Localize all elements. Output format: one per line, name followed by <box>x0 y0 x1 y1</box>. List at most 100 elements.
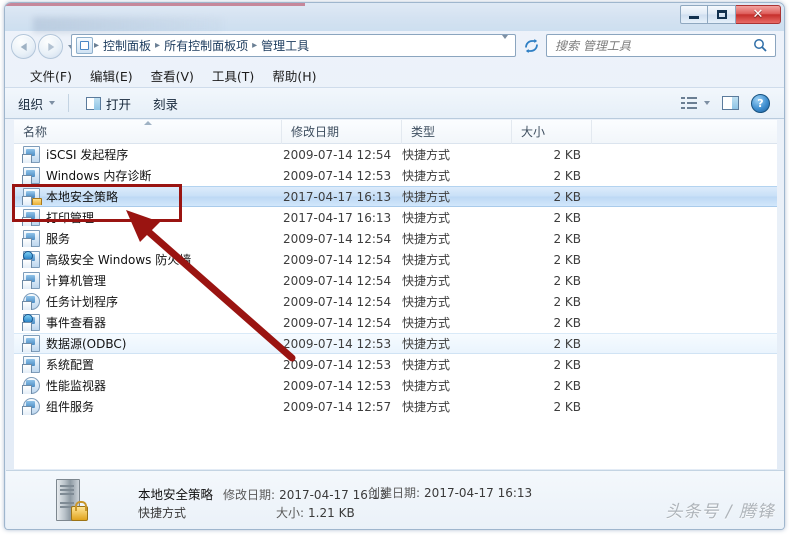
file-size-cell: 2 KB <box>553 147 581 162</box>
file-size-cell: 2 KB <box>553 210 581 225</box>
column-header-date[interactable]: 修改日期 <box>282 119 402 144</box>
file-date-cell: 2009-07-14 12:53 <box>283 378 392 393</box>
file-date-cell: 2009-07-14 12:54 <box>283 294 392 309</box>
table-row[interactable]: 高级安全 Windows 防火墙 2009-07-14 12:54 快捷方式 2 KB <box>14 249 777 270</box>
file-name-cell[interactable]: 组件服务 <box>14 398 282 415</box>
file-name-label: 系统配置 <box>46 358 95 372</box>
column-header-size[interactable]: 大小 <box>512 119 592 144</box>
breadcrumb-item-0[interactable]: 控制面板 <box>100 37 154 54</box>
shortcut-icon <box>22 335 40 352</box>
file-name-cell[interactable]: 打印管理 <box>14 209 282 226</box>
file-name-label: 计算机管理 <box>46 274 107 288</box>
table-row[interactable]: iSCSI 发起程序 2009-07-14 12:54 快捷方式 2 KB <box>14 144 777 165</box>
column-header-type[interactable]: 类型 <box>402 119 512 144</box>
table-row[interactable]: 计算机管理 2009-07-14 12:54 快捷方式 2 KB <box>14 270 777 291</box>
file-name-cell[interactable]: iSCSI 发起程序 <box>14 146 282 163</box>
shield-badge-icon <box>23 314 33 324</box>
open-label: 打开 <box>106 96 132 112</box>
details-size-value: 1.21 KB <box>308 506 355 520</box>
file-name-label: 性能监视器 <box>46 379 107 393</box>
file-size-cell: 2 KB <box>553 357 581 372</box>
file-name-cell[interactable]: 服务 <box>14 230 282 247</box>
file-size-cell: 2 KB <box>553 168 581 183</box>
file-date-cell: 2017-04-17 16:13 <box>283 189 392 204</box>
file-name-cell[interactable]: 系统配置 <box>14 356 282 373</box>
details-created-value: 2017-04-17 16:13 <box>424 486 533 500</box>
menu-edit[interactable]: 编辑(E) <box>81 64 142 87</box>
organize-label: 组织 <box>18 96 44 112</box>
file-name-label: Windows 内存诊断 <box>46 169 152 183</box>
address-dropdown-button[interactable] <box>502 34 508 53</box>
file-name-cell[interactable]: Windows 内存诊断 <box>14 167 282 184</box>
table-row[interactable]: Windows 内存诊断 2009-07-14 12:53 快捷方式 2 KB <box>14 165 777 186</box>
shortcut-icon <box>22 167 40 184</box>
forward-button[interactable] <box>38 34 63 59</box>
file-name-label: 本地安全策略 <box>46 190 119 204</box>
table-row[interactable]: 服务 2009-07-14 12:54 快捷方式 2 KB <box>14 228 777 249</box>
change-view-button[interactable] <box>675 91 716 115</box>
refresh-icon <box>525 38 538 53</box>
column-header-row: 名称 修改日期 类型 大小 <box>14 119 777 144</box>
file-date-cell: 2009-07-14 12:54 <box>283 252 392 267</box>
table-row[interactable]: 性能监视器 2009-07-14 12:53 快捷方式 2 KB <box>14 375 777 396</box>
view-list-icon <box>681 96 697 110</box>
open-button[interactable]: 打开 <box>77 91 140 115</box>
file-date-cell: 2009-07-14 12:53 <box>283 168 392 183</box>
address-bar[interactable]: ▸ 控制面板 ▸ 所有控制面板项 ▸ 管理工具 <box>71 34 516 57</box>
menu-bar: 文件(F) 编辑(E) 查看(V) 工具(T) 帮助(H) <box>5 63 784 87</box>
shortcut-icon <box>22 314 40 331</box>
help-button[interactable]: ? <box>745 91 776 115</box>
file-date-cell: 2009-07-14 12:53 <box>283 336 392 351</box>
menu-tools[interactable]: 工具(T) <box>203 64 263 87</box>
file-size-cell: 2 KB <box>553 189 581 204</box>
table-row[interactable]: 数据源(ODBC) 2009-07-14 12:53 快捷方式 2 KB <box>14 333 777 354</box>
file-name-cell[interactable]: 事件查看器 <box>14 314 282 331</box>
minimize-button[interactable] <box>680 5 708 24</box>
organize-button[interactable]: 组织 <box>9 91 64 115</box>
file-name-label: 任务计划程序 <box>46 295 119 309</box>
file-name-cell[interactable]: 数据源(ODBC) <box>14 335 282 352</box>
column-header-name[interactable]: 名称 <box>14 119 282 144</box>
file-type-cell: 快捷方式 <box>402 211 451 225</box>
search-box[interactable]: 搜索 管理工具 <box>546 34 776 57</box>
file-name-cell[interactable]: 计算机管理 <box>14 272 282 289</box>
menu-view[interactable]: 查看(V) <box>142 64 203 87</box>
file-name-cell[interactable]: 性能监视器 <box>14 377 282 394</box>
file-name-cell[interactable]: 高级安全 Windows 防火墙 <box>14 251 282 268</box>
file-type-cell: 快捷方式 <box>402 190 451 204</box>
burn-button[interactable]: 刻录 <box>144 91 187 115</box>
file-name-label: 事件查看器 <box>46 316 107 330</box>
column-header-date-label: 修改日期 <box>291 125 340 139</box>
table-row[interactable]: 本地安全策略 2017-04-17 16:13 快捷方式 2 KB <box>14 186 777 207</box>
file-name-cell[interactable]: 任务计划程序 <box>14 293 282 310</box>
breadcrumb-item-2[interactable]: 管理工具 <box>258 37 312 54</box>
chevron-down-icon <box>704 101 710 105</box>
file-name-cell[interactable]: 本地安全策略 <box>14 188 282 205</box>
maximize-button[interactable] <box>708 5 736 24</box>
close-button[interactable]: ✕ <box>736 5 781 24</box>
menu-file[interactable]: 文件(F) <box>21 64 81 87</box>
search-input[interactable]: 搜索 管理工具 <box>547 37 753 54</box>
details-created-label: 创建日期: <box>368 486 421 500</box>
file-type-cell: 快捷方式 <box>402 379 451 393</box>
refresh-button[interactable] <box>521 35 542 56</box>
help-icon: ? <box>751 93 770 113</box>
shield-badge-icon <box>23 251 33 261</box>
shortcut-icon <box>22 251 40 268</box>
back-button[interactable] <box>11 34 36 59</box>
table-row[interactable]: 任务计划程序 2009-07-14 12:54 快捷方式 2 KB <box>14 291 777 312</box>
file-type-cell: 快捷方式 <box>402 274 451 288</box>
details-size-label: 大小: <box>276 506 305 520</box>
table-row[interactable]: 系统配置 2009-07-14 12:53 快捷方式 2 KB <box>14 354 777 375</box>
shortcut-icon <box>22 188 42 205</box>
breadcrumb-item-1[interactable]: 所有控制面板项 <box>161 37 251 54</box>
table-row[interactable]: 事件查看器 2009-07-14 12:54 快捷方式 2 KB <box>14 312 777 333</box>
preview-pane-button[interactable] <box>716 91 745 115</box>
back-arrow-icon <box>20 42 27 51</box>
menu-help[interactable]: 帮助(H) <box>263 64 325 87</box>
file-size-cell: 2 KB <box>553 336 581 351</box>
table-row[interactable]: 组件服务 2009-07-14 12:57 快捷方式 2 KB <box>14 396 777 417</box>
table-row[interactable]: 打印管理 2017-04-17 16:13 快捷方式 2 KB <box>14 207 777 228</box>
file-list[interactable]: iSCSI 发起程序 2009-07-14 12:54 快捷方式 2 KB Window… <box>14 144 777 469</box>
shortcut-icon <box>22 146 40 163</box>
